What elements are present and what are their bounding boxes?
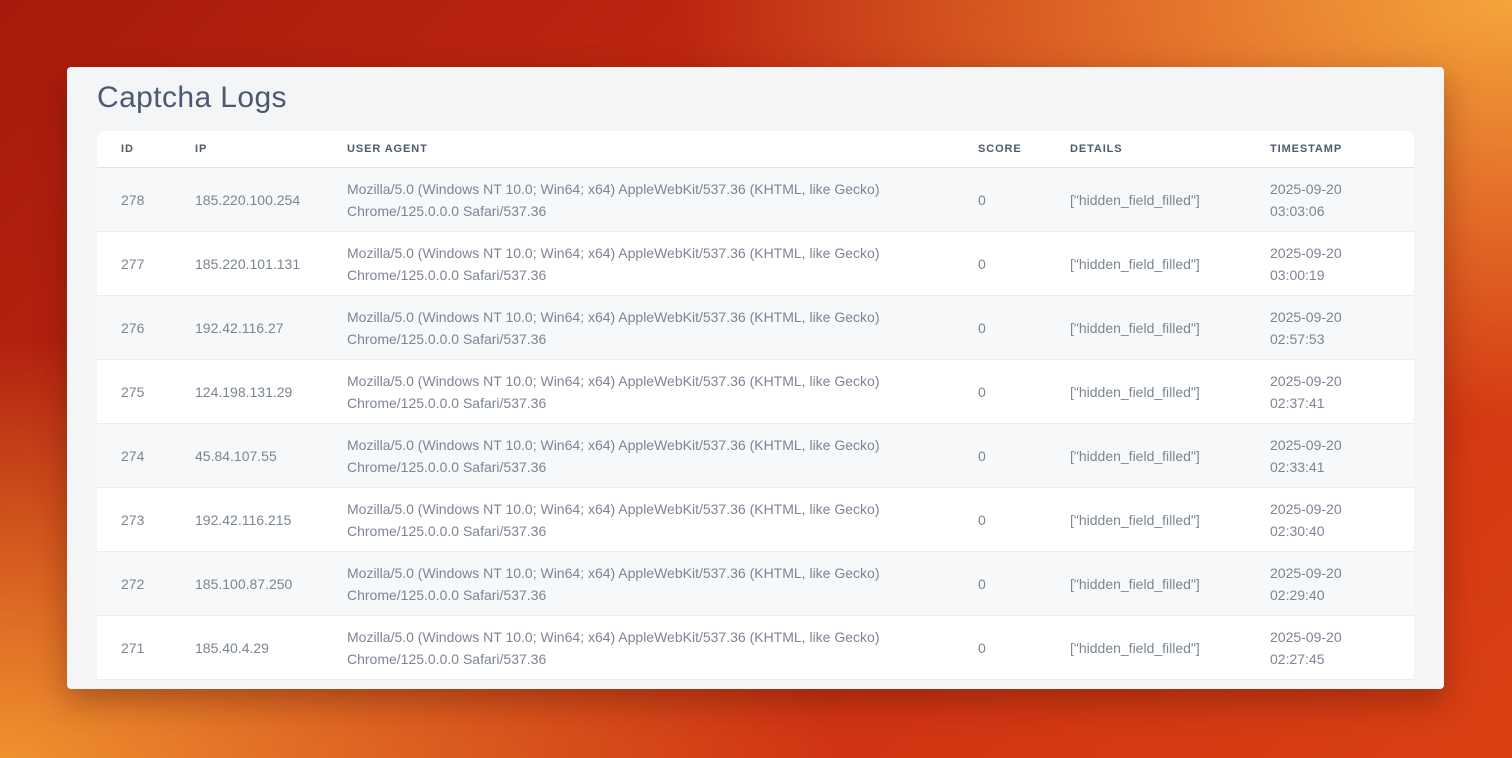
cell-id: 276 [97,296,171,360]
cell-id: 271 [97,616,171,680]
table-header: ID IP USER AGENT SCORE DETAILS TIMESTAMP [97,131,1414,168]
cell-details: ["hidden_field_filled"] [1046,488,1246,552]
cell-user-agent: Mozilla/5.0 (Windows NT 10.0; Win64; x64… [323,424,954,488]
cell-user-agent: Mozilla/5.0 (Windows NT 10.0; Win64; x64… [323,616,954,680]
cell-timestamp: 2025-09-20 02:27:45 [1246,616,1414,680]
table-row: 274 45.84.107.55 Mozilla/5.0 (Windows NT… [97,424,1414,488]
cell-details: ["hidden_field_filled"] [1046,424,1246,488]
cell-details: ["hidden_field_filled"] [1046,552,1246,616]
table-row: 278 185.220.100.254 Mozilla/5.0 (Windows… [97,168,1414,232]
table-row: 271 185.40.4.29 Mozilla/5.0 (Windows NT … [97,616,1414,680]
table-row: 277 185.220.101.131 Mozilla/5.0 (Windows… [97,232,1414,296]
cell-score: 0 [954,168,1046,232]
cell-ip: 185.40.4.29 [171,616,323,680]
column-header-timestamp: TIMESTAMP [1246,131,1414,168]
cell-user-agent: Mozilla/5.0 (Windows NT 10.0; Win64; x64… [323,488,954,552]
cell-details: ["hidden_field_filled"] [1046,360,1246,424]
table-row: 276 192.42.116.27 Mozilla/5.0 (Windows N… [97,296,1414,360]
cell-timestamp: 2025-09-20 02:29:40 [1246,552,1414,616]
cell-timestamp: 2025-09-20 02:30:40 [1246,488,1414,552]
table-row: 272 185.100.87.250 Mozilla/5.0 (Windows … [97,552,1414,616]
cell-score: 0 [954,232,1046,296]
cell-ip: 185.220.100.254 [171,168,323,232]
cell-user-agent: Mozilla/5.0 (Windows NT 10.0; Win64; x64… [323,360,954,424]
table-body: 278 185.220.100.254 Mozilla/5.0 (Windows… [97,168,1414,680]
table-header-row: ID IP USER AGENT SCORE DETAILS TIMESTAMP [97,131,1414,168]
cell-timestamp: 2025-09-20 02:57:53 [1246,296,1414,360]
cell-score: 0 [954,488,1046,552]
cell-details: ["hidden_field_filled"] [1046,232,1246,296]
cell-details: ["hidden_field_filled"] [1046,168,1246,232]
column-header-user-agent: USER AGENT [323,131,954,168]
cell-score: 0 [954,296,1046,360]
page-background: { "page": { "title": "Captcha Logs" }, "… [0,0,1512,758]
cell-ip: 185.220.101.131 [171,232,323,296]
cell-score: 0 [954,424,1046,488]
cell-id: 277 [97,232,171,296]
page-title: Captcha Logs [67,67,1444,116]
cell-user-agent: Mozilla/5.0 (Windows NT 10.0; Win64; x64… [323,232,954,296]
cell-id: 272 [97,552,171,616]
table-row: 275 124.198.131.29 Mozilla/5.0 (Windows … [97,360,1414,424]
cell-details: ["hidden_field_filled"] [1046,616,1246,680]
cell-ip: 192.42.116.27 [171,296,323,360]
cell-ip: 192.42.116.215 [171,488,323,552]
column-header-score: SCORE [954,131,1046,168]
cell-ip: 124.198.131.29 [171,360,323,424]
cell-ip: 185.100.87.250 [171,552,323,616]
cell-details: ["hidden_field_filled"] [1046,296,1246,360]
cell-id: 275 [97,360,171,424]
column-header-id: ID [97,131,171,168]
cell-user-agent: Mozilla/5.0 (Windows NT 10.0; Win64; x64… [323,168,954,232]
cell-user-agent: Mozilla/5.0 (Windows NT 10.0; Win64; x64… [323,552,954,616]
cell-id: 273 [97,488,171,552]
column-header-details: DETAILS [1046,131,1246,168]
column-header-ip: IP [171,131,323,168]
cell-id: 278 [97,168,171,232]
cell-timestamp: 2025-09-20 02:33:41 [1246,424,1414,488]
cell-user-agent: Mozilla/5.0 (Windows NT 10.0; Win64; x64… [323,296,954,360]
cell-id: 274 [97,424,171,488]
captcha-logs-table: ID IP USER AGENT SCORE DETAILS TIMESTAMP… [97,131,1414,680]
captcha-logs-card: Captcha Logs ID IP USER AGENT SCORE DETA… [67,67,1444,689]
cell-score: 0 [954,616,1046,680]
cell-ip: 45.84.107.55 [171,424,323,488]
cell-timestamp: 2025-09-20 02:37:41 [1246,360,1414,424]
cell-timestamp: 2025-09-20 03:00:19 [1246,232,1414,296]
table-row: 273 192.42.116.215 Mozilla/5.0 (Windows … [97,488,1414,552]
cell-score: 0 [954,360,1046,424]
cell-score: 0 [954,552,1046,616]
cell-timestamp: 2025-09-20 03:03:06 [1246,168,1414,232]
